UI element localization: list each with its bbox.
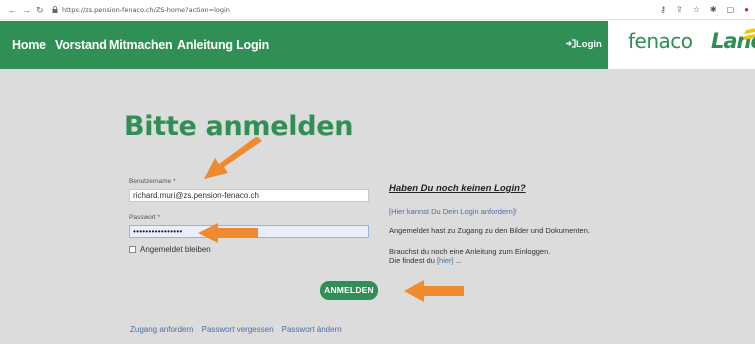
guide-link-suffix: ... (453, 256, 462, 265)
login-link-label: Login (576, 39, 602, 50)
nav-item-home[interactable]: Home (12, 21, 46, 69)
username-field[interactable]: richard.muri@zs.pension-fenaco.ch (129, 189, 369, 202)
forgot-password-link[interactable]: Passwort vergessen (202, 325, 274, 334)
sign-in-icon (566, 39, 576, 48)
browser-toolbar: ← → ↻ https://zs.pension-fenaco.ch/ZS-ho… (0, 0, 755, 20)
remember-me-checkbox[interactable] (129, 246, 136, 253)
star-icon[interactable]: ☆ (693, 2, 700, 18)
login-button[interactable]: ANMELDEN (320, 281, 378, 300)
annotation-arrow-icon (204, 137, 262, 179)
landi-swash-icon (744, 28, 755, 40)
window-icon[interactable]: ▢ (727, 2, 735, 18)
logo-area: fenaco Landi (608, 21, 755, 69)
guide-info-text: Brauchst du noch eine Anleitung zum Einl… (389, 247, 551, 256)
reload-icon[interactable]: ↻ (36, 3, 44, 17)
fenaco-logo[interactable]: fenaco (628, 29, 693, 53)
annotation-arrow-icon (198, 223, 258, 243)
address-bar[interactable]: https://zs.pension-fenaco.ch/ZS-home?act… (62, 3, 230, 17)
guide-link-prefix: Die findest du (389, 256, 437, 265)
guide-link[interactable]: [hier] (437, 256, 454, 265)
remember-me[interactable]: Angemeldet bleiben (129, 245, 211, 254)
nav-item-anleitung-login[interactable]: Anleitung Login (177, 21, 269, 69)
username-label: Benutzername * (129, 178, 176, 185)
account-links: Zugang anfordern Passwort vergessen Pass… (130, 325, 342, 334)
nav-item-mitmachen[interactable]: Mitmachen (109, 21, 173, 69)
login-link[interactable]: Login (566, 21, 602, 69)
guide-link-text: Die findest du [hier] ... (389, 256, 462, 265)
no-login-heading: Haben Du noch keinen Login? (389, 183, 526, 194)
change-password-link[interactable]: Passwort ändern (282, 325, 342, 334)
login-page-content: Bitte anmelden Benutzername * richard.mu… (0, 69, 755, 344)
annotation-arrow-icon (404, 280, 464, 302)
remember-me-label: Angemeldet bleiben (140, 245, 211, 254)
share-icon[interactable]: ⇪ (676, 2, 683, 18)
nav-item-vorstand[interactable]: Vorstand (55, 21, 107, 69)
access-info-text: Angemeldet hast zu Zugang zu den Bilder … (389, 226, 590, 235)
password-label: Passwort * (129, 214, 161, 221)
back-arrow-icon[interactable]: ← (8, 3, 17, 17)
request-login-link[interactable]: [Hier kannst Du Dein Login anfordern]! (389, 207, 517, 216)
extensions-icon[interactable]: ✱ (710, 2, 717, 18)
profile-icon[interactable]: ● (744, 2, 749, 18)
request-access-link[interactable]: Zugang anfordern (130, 325, 194, 334)
forward-arrow-icon[interactable]: → (22, 3, 31, 17)
key-icon[interactable]: ⚷ (660, 2, 666, 18)
main-navigation: Home Vorstand Mitmachen Anleitung Login … (0, 21, 755, 69)
lock-icon (52, 6, 58, 13)
